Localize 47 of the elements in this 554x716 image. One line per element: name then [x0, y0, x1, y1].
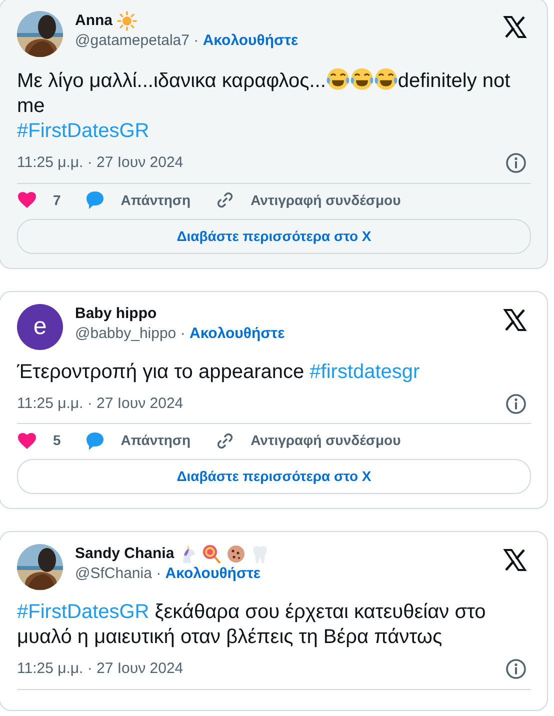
follow-link[interactable]: Ακολουθήστε: [189, 324, 285, 342]
tweet-text: Έτεροντροπή για το appearance #firstdatesgr: [17, 360, 421, 384]
tweet-text: #FirstDatesGR ξεκάθαρα σου έρχεται κατευθείαν στο μυαλό η μαιευτική οταν βλέπεις τη Βέρα πάντως: [17, 600, 487, 650]
timestamp-link[interactable]: 11:25 μ.μ. · 27 Ιουν 2024: [17, 392, 184, 415]
laughing-emoji-icon: [350, 67, 374, 91]
info-icon: [505, 392, 527, 415]
timestamp-link[interactable]: 11:25 μ.μ. · 27 Ιουν 2024: [17, 658, 184, 680]
sun-icon: [116, 11, 136, 31]
info-icon: [505, 152, 527, 174]
tweet-text: Με λίγο μαλλί...ιδανικα καραφλος... definitely not me #FirstDatesGR: [17, 67, 531, 144]
follow-link[interactable]: Ακολουθήστε: [202, 32, 298, 49]
timestamp-link[interactable]: 11:25 μ.μ. · 27 Ιουν 2024: [17, 152, 184, 174]
link-icon: [214, 430, 235, 450]
author-name[interactable]: Baby hippo: [75, 304, 157, 324]
reply-link[interactable]: Απάντηση: [120, 190, 191, 210]
avatar[interactable]: e: [17, 304, 63, 350]
copy-link[interactable]: Αντιγραφή συνδέσμου: [250, 190, 401, 210]
author-name[interactable]: Anna: [75, 11, 112, 31]
author-handle[interactable]: @SfChania: [75, 565, 152, 582]
separator: ·: [180, 324, 186, 342]
like-count[interactable]: 7: [53, 190, 61, 210]
hashtag-link[interactable]: #FirstDatesGR: [17, 601, 150, 623]
separator: ·: [156, 565, 162, 582]
reply-link[interactable]: Απάντηση: [120, 430, 191, 451]
author-handle[interactable]: @gatamepetala7: [75, 32, 190, 49]
link-icon: [214, 190, 235, 210]
speech-bubble-icon: [84, 190, 105, 210]
hashtag-link[interactable]: #firstdatesgr: [310, 360, 420, 382]
info-icon: [505, 658, 527, 680]
lollipop-icon: [202, 544, 222, 564]
x-logo-icon: [503, 548, 527, 572]
author-name[interactable]: Sandy Chania: [75, 544, 174, 564]
laughing-emoji-icon: [374, 67, 398, 91]
author-handle[interactable]: @babby_hippo: [75, 324, 176, 342]
separator: ·: [194, 32, 199, 49]
x-logo-icon: [503, 308, 527, 332]
speech-bubble-icon: [84, 430, 105, 450]
laughing-emoji-icon: [326, 67, 350, 91]
follow-link[interactable]: Ακολουθήστε: [165, 565, 261, 582]
like-count[interactable]: 5: [53, 430, 61, 451]
heart-icon: [17, 430, 37, 450]
read-more-button[interactable]: Διαβάστε περισσότερα στο X: [17, 218, 531, 254]
cookie-icon: [226, 544, 246, 564]
read-more-button[interactable]: Διαβάστε περισσότερα στο X: [17, 459, 531, 494]
x-logo-icon: [503, 15, 527, 39]
heart-icon: [17, 190, 37, 210]
copy-link[interactable]: Αντιγραφή συνδέσμου: [250, 430, 401, 451]
